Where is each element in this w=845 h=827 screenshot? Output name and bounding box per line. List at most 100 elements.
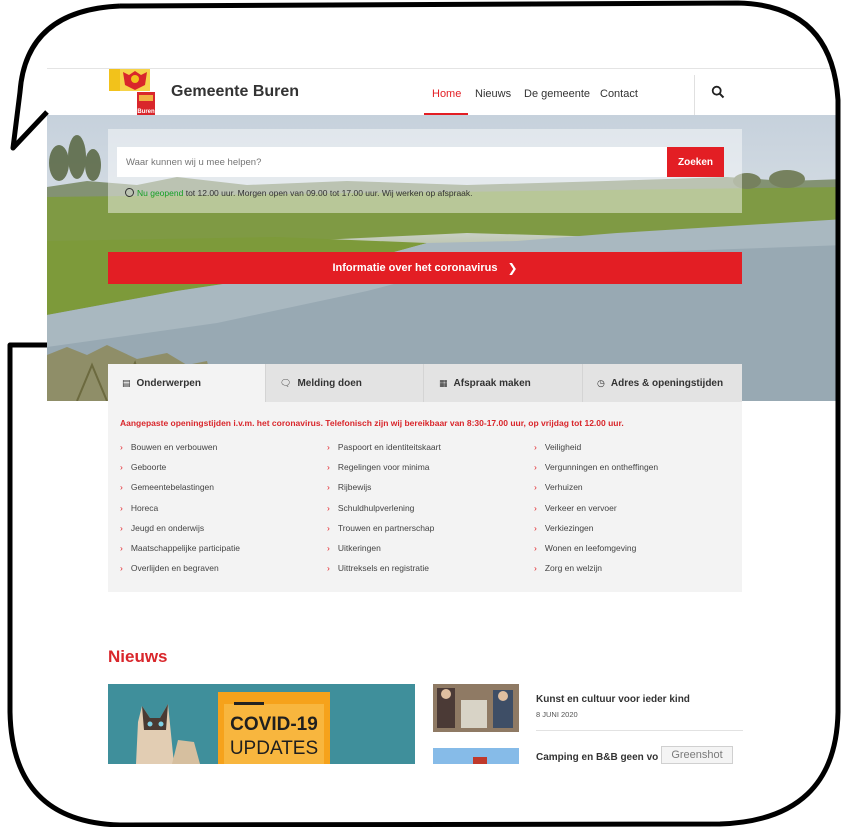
nav-nieuws[interactable]: Nieuws — [475, 88, 511, 100]
chevron-right-icon: › — [327, 502, 330, 513]
covid-updates-image[interactable]: COVID-19 UPDATES — [108, 684, 415, 764]
tab-melding-doen[interactable]: 🗨 Melding doen — [266, 364, 424, 402]
topic-link[interactable]: › Uitkeringen — [327, 543, 381, 553]
topic-link[interactable]: › Vergunningen en ontheffingen — [534, 462, 658, 472]
calendar-icon: ▦ — [439, 377, 448, 388]
topic-label: Veiligheid — [544, 442, 582, 452]
clock-icon — [125, 188, 134, 197]
search-button[interactable]: Zoeken — [667, 147, 724, 177]
greenshot-overlay-label: Greenshot — [661, 746, 733, 764]
site-header: Buren Gemeente Buren Home Nieuws De geme… — [47, 68, 845, 117]
topic-label: Maatschappelijke participatie — [130, 543, 240, 553]
chevron-right-icon: › — [120, 462, 123, 473]
chevron-right-icon: › — [534, 543, 537, 553]
chevron-right-icon: › — [534, 442, 537, 452]
topic-label: Paspoort en identiteitskaart — [337, 442, 441, 452]
topic-link[interactable]: › Geboorte — [120, 462, 166, 472]
topic-label: Jeugd en onderwijs — [130, 522, 205, 533]
topic-link[interactable]: › Horeca — [120, 503, 158, 513]
tab-label: Melding doen — [297, 377, 362, 389]
covid-sign-line2: UPDATES — [230, 738, 318, 759]
chevron-right-icon: › — [120, 563, 123, 574]
tab-onderwerpen[interactable]: ▤ Onderwerpen — [108, 364, 266, 402]
chevron-right-icon: › — [534, 462, 537, 473]
tab-label: Afspraak maken — [453, 377, 531, 389]
covid-sign-line1: COVID-19 — [230, 714, 318, 735]
website-page: Buren Gemeente Buren Home Nieuws De geme… — [47, 68, 845, 764]
clock-icon: ◷ — [597, 377, 605, 388]
chevron-right-icon: › — [327, 462, 330, 473]
chevron-right-icon: › — [534, 502, 537, 513]
search-input[interactable] — [117, 147, 667, 177]
topic-link[interactable]: › Zorg en welzijn — [534, 563, 602, 573]
municipality-logo[interactable]: Buren — [107, 69, 158, 117]
header-divider — [694, 75, 695, 115]
topic-label: Bouwen en verbouwen — [130, 442, 218, 452]
topic-link[interactable]: › Schuldhulpverlening — [327, 503, 414, 513]
chevron-right-icon: › — [120, 522, 123, 533]
coronavirus-info-button[interactable]: Informatie over het coronavirus ❯ — [108, 252, 742, 284]
chevron-right-icon: › — [327, 563, 330, 574]
topic-link[interactable]: › Verkiezingen — [534, 523, 594, 533]
nav-de-gemeente[interactable]: De gemeente — [524, 88, 590, 100]
nav-home[interactable]: Home — [432, 88, 461, 100]
tab-adres-openingstijden[interactable]: ◷ Adres & openingstijden — [583, 364, 742, 402]
news-item-title[interactable]: Camping en B&B geen vo — [536, 752, 658, 763]
opening-hours-text: tot 12.00 uur. Morgen open van 09.00 tot… — [185, 188, 473, 198]
topic-label: Regelingen voor minima — [337, 462, 430, 473]
topic-label: Overlijden en begraven — [130, 563, 219, 574]
topic-label: Gemeentebelastingen — [130, 482, 215, 493]
news-thumbnail[interactable] — [433, 748, 519, 764]
topic-link[interactable]: › Bouwen en verbouwen — [120, 442, 217, 452]
topic-label: Trouwen en partnerschap — [337, 522, 435, 533]
nav-contact[interactable]: Contact — [600, 88, 638, 100]
list-icon: ▤ — [122, 377, 131, 388]
news-item-date: 8 JUNI 2020 — [536, 710, 578, 719]
topic-link[interactable]: › Trouwen en partnerschap — [327, 523, 434, 533]
chevron-right-icon: ❯ — [507, 261, 518, 275]
topic-link[interactable]: › Jeugd en onderwijs — [120, 523, 204, 533]
chevron-right-icon: › — [120, 442, 123, 452]
chevron-right-icon: › — [120, 543, 123, 553]
news-thumbnail[interactable] — [433, 684, 519, 732]
chevron-right-icon: › — [327, 442, 330, 452]
news-divider — [536, 730, 743, 731]
topic-label: Vergunningen en ontheffingen — [544, 462, 659, 473]
chevron-right-icon: › — [534, 482, 537, 493]
news-heading: Nieuws — [108, 647, 168, 666]
topic-label: Schuldhulpverlening — [337, 502, 415, 513]
topic-link[interactable]: › Overlijden en begraven — [120, 563, 219, 573]
chevron-right-icon: › — [327, 482, 330, 493]
tab-afspraak-maken[interactable]: ▦ Afspraak maken — [424, 364, 583, 402]
topic-link[interactable]: › Maatschappelijke participatie — [120, 543, 240, 553]
topic-link[interactable]: › Verhuizen — [534, 482, 583, 492]
topic-link[interactable]: › Wonen en leefomgeving — [534, 543, 636, 553]
search-icon[interactable] — [711, 85, 725, 99]
topic-label: Verhuizen — [544, 482, 583, 493]
chevron-right-icon: › — [120, 482, 123, 493]
topic-link[interactable]: › Uittreksels en registratie — [327, 563, 429, 573]
topic-label: Uittreksels en registratie — [337, 563, 430, 574]
topic-label: Horeca — [130, 502, 159, 513]
topic-link[interactable]: › Paspoort en identiteitskaart — [327, 442, 441, 452]
chevron-right-icon: › — [534, 522, 537, 533]
tab-label: Adres & openingstijden — [610, 377, 724, 389]
topic-link[interactable]: › Verkeer en vervoer — [534, 503, 617, 513]
chevron-right-icon: › — [327, 522, 330, 533]
topic-link[interactable]: › Regelingen voor minima — [327, 462, 430, 472]
chevron-right-icon: › — [120, 502, 123, 513]
topic-link[interactable]: › Veiligheid — [534, 442, 581, 452]
topic-label: Wonen en leefomgeving — [544, 543, 637, 553]
topic-label: Verkiezingen — [544, 522, 594, 533]
topic-label: Rijbewijs — [337, 482, 372, 493]
news-item-title[interactable]: Kunst en cultuur voor ieder kind — [536, 694, 690, 705]
coronavirus-info-label: Informatie over het coronavirus — [332, 262, 498, 274]
chat-icon: 🗨 — [280, 377, 292, 388]
site-title[interactable]: Gemeente Buren — [171, 83, 299, 101]
topic-link[interactable]: › Gemeentebelastingen — [120, 482, 214, 492]
opening-hours-line: Nu geopend tot 12.00 uur. Morgen open va… — [125, 188, 473, 198]
topic-label: Geboorte — [130, 462, 167, 473]
topic-label: Zorg en welzijn — [544, 563, 603, 574]
topic-label: Verkeer en vervoer — [544, 502, 617, 513]
topic-link[interactable]: › Rijbewijs — [327, 482, 371, 492]
